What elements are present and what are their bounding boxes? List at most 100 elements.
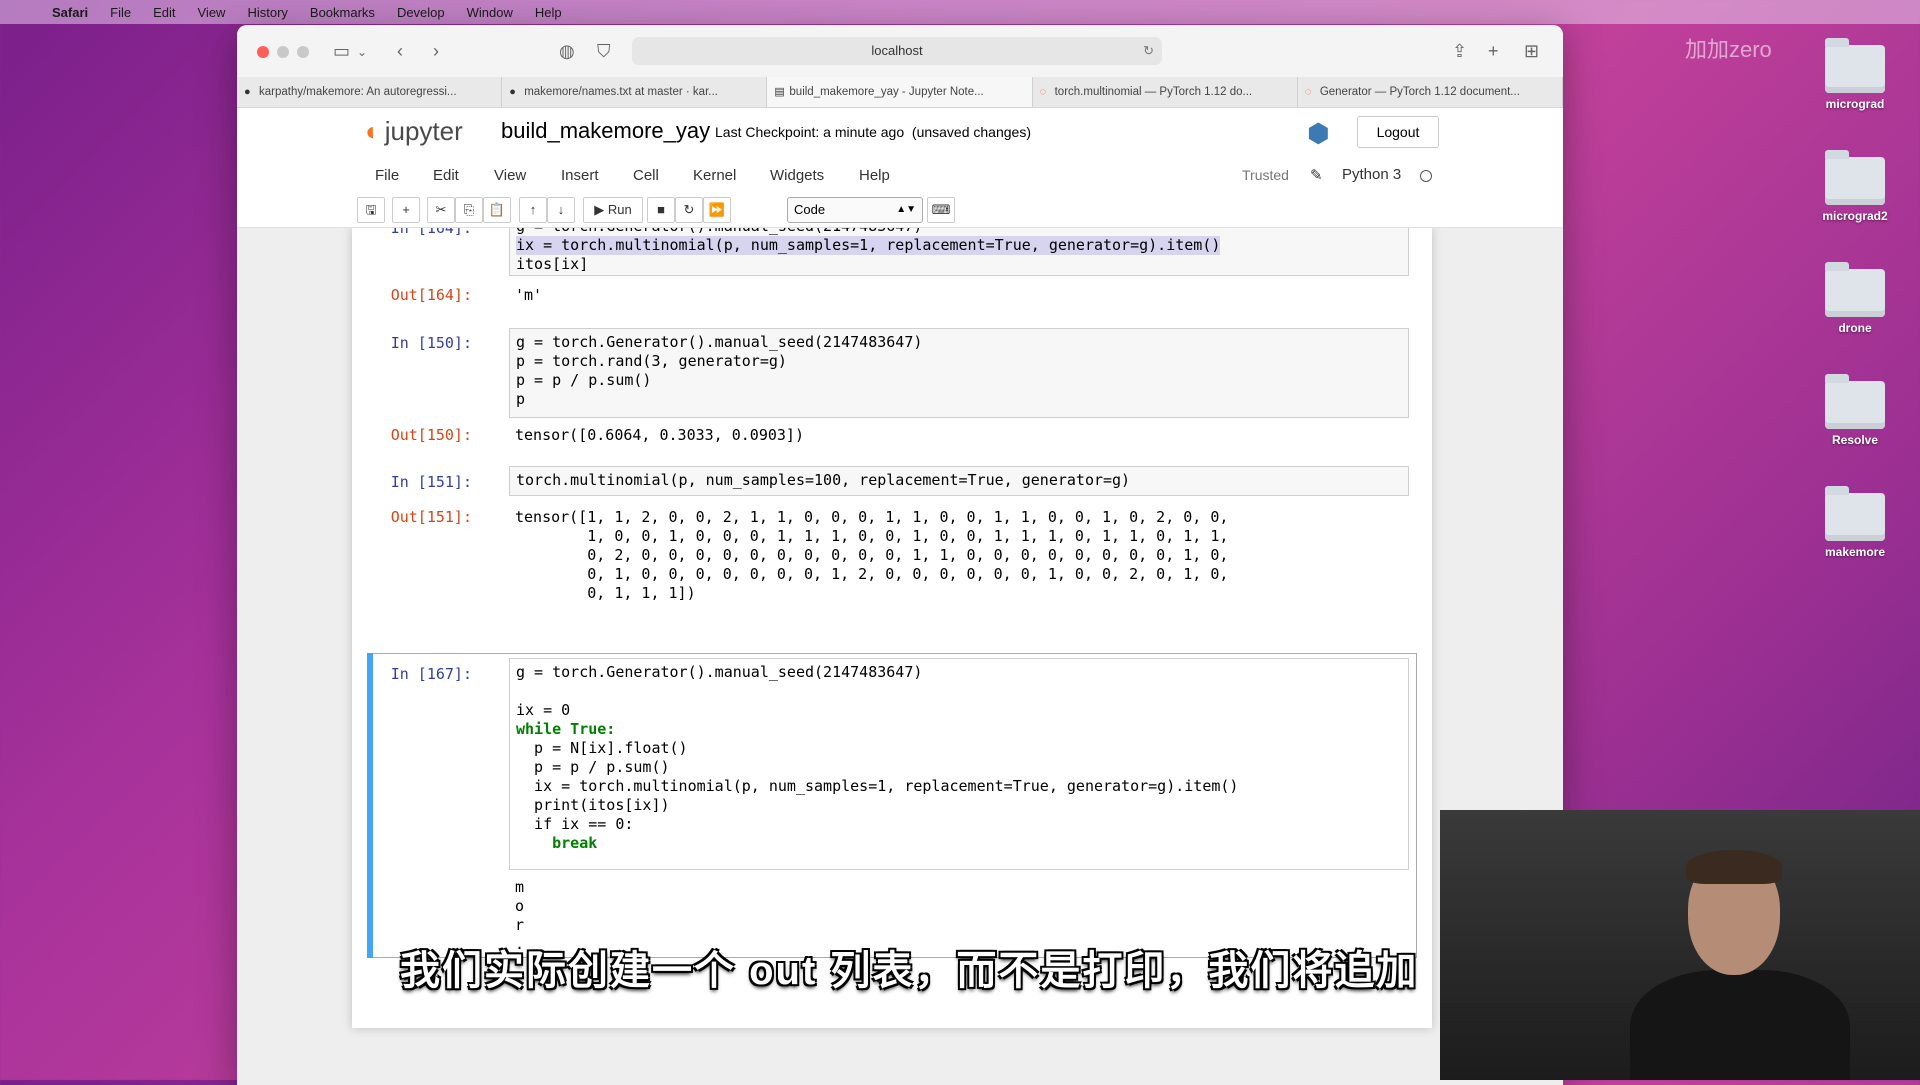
move-up-icon[interactable]: ↑ xyxy=(519,197,547,223)
paste-icon[interactable]: 📋 xyxy=(483,197,511,223)
presenter-hair xyxy=(1686,850,1782,884)
in-prompt: In [150]: xyxy=(390,334,472,352)
insert-cell-icon[interactable]: + xyxy=(392,197,420,223)
webcam-overlay xyxy=(1440,810,1920,1080)
logout-button[interactable]: Logout xyxy=(1357,116,1439,148)
restart-run-all-icon[interactable]: ⏩ xyxy=(703,197,731,223)
menu-develop[interactable]: Develop xyxy=(397,5,445,20)
python-logo-icon: ⬢ xyxy=(1307,118,1330,148)
select-arrows-icon: ▲▼ xyxy=(896,204,916,215)
jupyter-menu-cell[interactable]: Cell xyxy=(633,167,659,184)
jupyter-menu-help[interactable]: Help xyxy=(859,167,890,184)
out-prompt: Out[150]: xyxy=(390,426,472,444)
forward-icon[interactable]: › xyxy=(433,41,439,62)
chevron-down-icon[interactable]: ⌄ xyxy=(357,45,367,59)
desktop-folder-makemore[interactable]: makemore xyxy=(1810,486,1900,559)
menu-file[interactable]: File xyxy=(110,5,131,20)
cut-icon[interactable]: ✂ xyxy=(427,197,455,223)
run-button[interactable]: ▶ Run xyxy=(583,197,643,223)
menu-app-name[interactable]: Safari xyxy=(52,5,88,20)
jupyter-menu-widgets[interactable]: Widgets xyxy=(770,167,824,184)
copy-icon[interactable]: ⎘ xyxy=(455,197,483,223)
save-icon[interactable]: 🖫 xyxy=(357,197,385,223)
tab-jupyter-notebook[interactable]: ▤ build_makemore_yay - Jupyter Note... xyxy=(767,77,1033,107)
selected-cell-indicator xyxy=(367,653,373,958)
cell-type-select[interactable]: Code ▲▼ xyxy=(787,197,923,223)
jupyter-menu-view[interactable]: View xyxy=(494,167,526,184)
close-window-button[interactable] xyxy=(257,46,269,58)
menu-window[interactable]: Window xyxy=(467,5,513,20)
menu-help[interactable]: Help xyxy=(535,5,562,20)
jupyter-logo-text: jupyter xyxy=(384,116,463,146)
code-line: ix = torch.multinomial(p, num_samples=1,… xyxy=(516,777,1239,795)
code-cell-input[interactable]: g = torch.Generator().manual_seed(214748… xyxy=(509,228,1409,276)
tab-label: karpathy/makemore: An autoregressi... xyxy=(259,86,457,98)
code-line-break: break xyxy=(516,834,598,852)
code-cell-input[interactable]: g = torch.Generator().manual_seed(214748… xyxy=(509,328,1409,418)
checkpoint-text: Last Checkpoint: a minute ago xyxy=(715,124,905,140)
shield-icon[interactable]: ⛉ xyxy=(597,41,611,62)
reload-icon[interactable]: ↻ xyxy=(1143,37,1154,65)
zoom-window-button[interactable] xyxy=(297,46,309,58)
back-icon[interactable]: ‹ xyxy=(397,41,403,62)
safari-window: ▭ ⌄ ‹ › ◍ ⛉ localhost ↻ ⇪ + ⊞ ● karpathy/… xyxy=(237,25,1563,1085)
jupyter-menu-file[interactable]: File xyxy=(375,167,399,184)
address-bar[interactable]: localhost ↻ xyxy=(632,37,1162,65)
menu-bookmarks[interactable]: Bookmarks xyxy=(310,5,375,20)
notebook-name[interactable]: build_makemore_yay xyxy=(501,118,710,144)
jupyter-menu-edit[interactable]: Edit xyxy=(433,167,459,184)
code-line: ix = 0 xyxy=(516,701,571,719)
tab-names-txt[interactable]: ● makemore/names.txt at master · kar... xyxy=(502,77,768,107)
tab-bar: ● karpathy/makemore: An autoregressi... ●… xyxy=(237,77,1563,108)
share-icon[interactable]: ⇪ xyxy=(1452,41,1467,62)
privacy-report-icon[interactable]: ◍ xyxy=(559,41,575,62)
desktop-folder-drone[interactable]: drone xyxy=(1810,262,1900,335)
desktop-folder-micrograd2[interactable]: micrograd2 xyxy=(1810,150,1900,223)
tab-torch-multinomial[interactable]: ◌ torch.multinomial — PyTorch 1.12 do... xyxy=(1033,77,1298,107)
minimize-window-button[interactable] xyxy=(277,46,289,58)
move-down-icon[interactable]: ↓ xyxy=(547,197,575,223)
folder-icon xyxy=(1825,262,1885,317)
desktop-folder-label: makemore xyxy=(1824,545,1886,559)
out-prompt: Out[151]: xyxy=(390,508,472,526)
tab-makemore-github[interactable]: ● karpathy/makemore: An autoregressi... xyxy=(237,77,503,107)
video-subtitle: 我们实际创建一个 out 列表，而不是打印，我们将追加 xyxy=(400,949,1419,993)
kernel-name[interactable]: Python 3 xyxy=(1342,166,1401,183)
menu-history[interactable]: History xyxy=(247,5,287,20)
jupyter-menu-kernel[interactable]: Kernel xyxy=(693,167,736,184)
pytorch-icon: ◌ xyxy=(1039,86,1047,98)
desktop-folder-micrograd[interactable]: micrograd xyxy=(1810,38,1900,111)
code-line: g = torch.Generator().manual_seed(214748… xyxy=(516,228,1402,236)
tab-overview-icon[interactable]: ⊞ xyxy=(1524,41,1539,62)
cell-output: tensor([1, 1, 2, 0, 0, 2, 1, 1, 0, 0, 0,… xyxy=(515,508,1229,602)
code-cell-input-active[interactable]: g = torch.Generator().manual_seed(214748… xyxy=(509,658,1409,870)
code-line: g = torch.Generator().manual_seed(214748… xyxy=(516,663,923,681)
pencil-icon[interactable]: ✎ xyxy=(1310,166,1323,184)
desktop-folder-label: Resolve xyxy=(1831,433,1879,447)
code-line: p = p / p.sum() xyxy=(516,758,670,776)
new-tab-icon[interactable]: + xyxy=(1488,41,1499,62)
stop-icon[interactable]: ■ xyxy=(647,197,675,223)
desktop-folder-label: drone xyxy=(1838,321,1872,335)
jupyter-menu-insert[interactable]: Insert xyxy=(561,167,599,184)
jupyter-logo[interactable]: ◐ jupyter xyxy=(365,116,463,147)
github-icon: ● xyxy=(244,86,251,98)
tab-torch-generator[interactable]: ◌ Generator — PyTorch 1.12 document... xyxy=(1298,77,1563,107)
menu-edit[interactable]: Edit xyxy=(153,5,175,20)
desktop-folder-resolve[interactable]: Resolve xyxy=(1810,374,1900,447)
code-line: itos[ix] xyxy=(516,255,589,273)
code-cell-input[interactable]: torch.multinomial(p, num_samples=100, re… xyxy=(509,466,1409,496)
restart-icon[interactable]: ↻ xyxy=(675,197,703,223)
macos-menu-bar: Safari File Edit View History Bookmarks … xyxy=(0,0,1920,24)
out-prompt: Out[164]: xyxy=(390,286,472,304)
code-line-selected: ix = torch.multinomial(p, num_samples=1,… xyxy=(516,236,1221,255)
keyboard-icon[interactable]: ⌨ xyxy=(927,197,955,223)
notebook-icon: ▤ xyxy=(774,86,785,98)
browser-toolbar: ▭ ⌄ ‹ › ◍ ⛉ localhost ↻ ⇪ + ⊞ xyxy=(237,25,1563,78)
jupyter-toolbar: 🖫 + ✂ ⎘ 📋 ↑ ↓ ▶ Run ■ ↻ ⏩ Code ▲▼ ⌨ xyxy=(237,193,1563,228)
trusted-indicator[interactable]: Trusted xyxy=(1242,167,1289,183)
checkpoint-status: Last Checkpoint: a minute ago (unsaved c… xyxy=(715,124,1031,140)
tab-label: Generator — PyTorch 1.12 document... xyxy=(1319,86,1520,98)
sidebar-icon[interactable]: ▭ xyxy=(333,41,350,62)
menu-view[interactable]: View xyxy=(198,5,226,20)
